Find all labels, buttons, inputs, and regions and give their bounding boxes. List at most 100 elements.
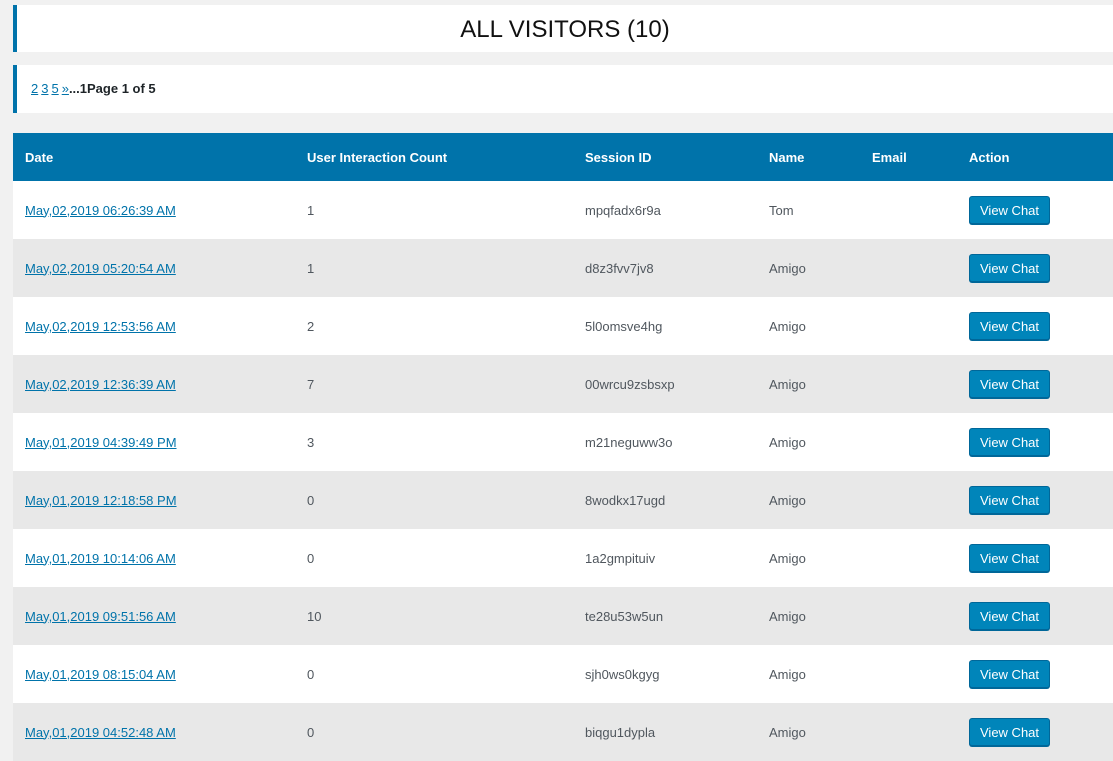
column-header-action: Action xyxy=(969,149,1010,165)
cell-email xyxy=(860,471,957,529)
view-chat-button[interactable]: View Chat xyxy=(969,718,1051,746)
cell-date: May,01,2019 08:15:04 AM xyxy=(13,645,295,703)
visitors-table: Date User Interaction Count Session ID N… xyxy=(13,133,1113,761)
cell-session-id: biqgu1dypla xyxy=(585,724,656,740)
cell-name: Amigo xyxy=(769,666,806,682)
cell-action: View Chat xyxy=(957,529,1113,587)
view-chat-button[interactable]: View Chat xyxy=(969,602,1051,630)
cell-email xyxy=(860,413,957,471)
column-header-date[interactable]: Date xyxy=(13,133,295,181)
cell-interaction-count: 0 xyxy=(307,666,315,682)
cell-session-id: m21neguww3o xyxy=(585,434,673,450)
date-link[interactable]: May,02,2019 05:20:54 AM xyxy=(25,261,176,276)
column-header-interaction-count[interactable]: User Interaction Count xyxy=(295,133,573,181)
view-chat-button[interactable]: View Chat xyxy=(969,196,1051,224)
table-row: May,01,2019 09:51:56 AM 10 te28u53w5un A… xyxy=(13,587,1113,645)
date-link[interactable]: May,01,2019 04:52:48 AM xyxy=(25,725,176,740)
date-link[interactable]: May,01,2019 08:15:04 AM xyxy=(25,667,176,682)
cell-name: Amigo xyxy=(769,434,806,450)
view-chat-button[interactable]: View Chat xyxy=(969,254,1051,282)
page-title: ALL VISITORS (10) xyxy=(460,16,670,43)
view-chat-button[interactable]: View Chat xyxy=(969,428,1051,456)
table-row: May,02,2019 05:20:54 AM 1 d8z3fvv7jv8 Am… xyxy=(13,239,1113,297)
cell-session-id: 8wodkx17ugd xyxy=(585,492,666,508)
view-chat-button[interactable]: View Chat xyxy=(969,312,1051,340)
cell-email xyxy=(860,181,957,239)
cell-action: View Chat xyxy=(957,703,1113,761)
table-row: May,02,2019 12:36:39 AM 7 00wrcu9zsbsxp … xyxy=(13,355,1113,413)
cell-name: Amigo xyxy=(769,608,806,624)
cell-session-id: d8z3fvv7jv8 xyxy=(585,260,654,276)
cell-session-id: 1a2gmpituiv xyxy=(585,550,656,566)
cell-action: View Chat xyxy=(957,181,1113,239)
cell-date: May,02,2019 12:36:39 AM xyxy=(13,355,295,413)
cell-interaction-count: 10 xyxy=(307,608,322,624)
cell-interaction-count: 0 xyxy=(307,724,315,740)
cell-session-id: te28u53w5un xyxy=(585,608,664,624)
cell-interaction-count: 0 xyxy=(307,492,315,508)
page-link-5[interactable]: 5 xyxy=(51,81,58,96)
date-link[interactable]: May,01,2019 09:51:56 AM xyxy=(25,609,176,624)
cell-date: May,01,2019 10:14:06 AM xyxy=(13,529,295,587)
table-row: May,02,2019 12:53:56 AM 2 5l0omsve4hg Am… xyxy=(13,297,1113,355)
cell-name: Amigo xyxy=(769,376,806,392)
cell-action: View Chat xyxy=(957,645,1113,703)
table-row: May,02,2019 06:26:39 AM 1 mpqfadx6r9a To… xyxy=(13,181,1113,239)
cell-action: View Chat xyxy=(957,587,1113,645)
table-row: May,01,2019 10:14:06 AM 0 1a2gmpituiv Am… xyxy=(13,529,1113,587)
cell-name: Tom xyxy=(769,202,794,218)
cell-date: May,02,2019 05:20:54 AM xyxy=(13,239,295,297)
view-chat-button[interactable]: View Chat xyxy=(969,660,1051,688)
date-link[interactable]: May,02,2019 12:36:39 AM xyxy=(25,377,176,392)
cell-session-id: sjh0ws0kgyg xyxy=(585,666,660,682)
view-chat-button[interactable]: View Chat xyxy=(969,486,1051,514)
table-header-row: Date User Interaction Count Session ID N… xyxy=(13,133,1113,181)
page-link-3[interactable]: 3 xyxy=(41,81,48,96)
date-link[interactable]: May,01,2019 04:39:49 PM xyxy=(25,435,177,450)
cell-session-id: 00wrcu9zsbsxp xyxy=(585,376,675,392)
cell-action: View Chat xyxy=(957,355,1113,413)
column-header-name[interactable]: Name xyxy=(757,133,860,181)
cell-name: Amigo xyxy=(769,318,806,334)
cell-interaction-count: 1 xyxy=(307,260,315,276)
date-link[interactable]: May,01,2019 10:14:06 AM xyxy=(25,551,176,566)
column-header-email[interactable]: Email xyxy=(860,133,957,181)
cell-email xyxy=(860,355,957,413)
cell-email xyxy=(860,703,957,761)
pagination: 2 3 5 »...1Page 1 of 5 xyxy=(13,65,1113,113)
column-header-session-id[interactable]: Session ID xyxy=(573,133,757,181)
table-row: May,01,2019 04:39:49 PM 3 m21neguww3o Am… xyxy=(13,413,1113,471)
cell-date: May,01,2019 04:39:49 PM xyxy=(13,413,295,471)
view-chat-button[interactable]: View Chat xyxy=(969,544,1051,572)
date-link[interactable]: May,02,2019 12:53:56 AM xyxy=(25,319,176,334)
view-chat-button[interactable]: View Chat xyxy=(969,370,1051,398)
cell-session-id: mpqfadx6r9a xyxy=(585,202,661,218)
cell-email xyxy=(860,529,957,587)
cell-date: May,02,2019 12:53:56 AM xyxy=(13,297,295,355)
cell-session-id: 5l0omsve4hg xyxy=(585,318,663,334)
cell-action: View Chat xyxy=(957,239,1113,297)
cell-email xyxy=(860,297,957,355)
cell-name: Amigo xyxy=(769,724,806,740)
date-link[interactable]: May,02,2019 06:26:39 AM xyxy=(25,203,176,218)
cell-name: Amigo xyxy=(769,550,806,566)
cell-email xyxy=(860,645,957,703)
next-page-link[interactable]: » xyxy=(62,81,69,96)
table-row: May,01,2019 12:18:58 PM 0 8wodkx17ugd Am… xyxy=(13,471,1113,529)
cell-action: View Chat xyxy=(957,471,1113,529)
cell-interaction-count: 0 xyxy=(307,550,315,566)
cell-interaction-count: 1 xyxy=(307,202,315,218)
cell-name: Amigo xyxy=(769,492,806,508)
page-info: Page 1 of 5 xyxy=(87,81,156,96)
pagination-ellipsis: ... xyxy=(68,81,80,96)
page-link-2[interactable]: 2 xyxy=(31,81,38,96)
cell-action: View Chat xyxy=(957,413,1113,471)
cell-date: May,02,2019 06:26:39 AM xyxy=(13,181,295,239)
cell-interaction-count: 2 xyxy=(307,318,315,334)
cell-interaction-count: 7 xyxy=(307,376,315,392)
cell-date: May,01,2019 12:18:58 PM xyxy=(13,471,295,529)
cell-interaction-count: 3 xyxy=(307,434,315,450)
date-link[interactable]: May,01,2019 12:18:58 PM xyxy=(25,493,177,508)
cell-email xyxy=(860,239,957,297)
cell-email xyxy=(860,587,957,645)
